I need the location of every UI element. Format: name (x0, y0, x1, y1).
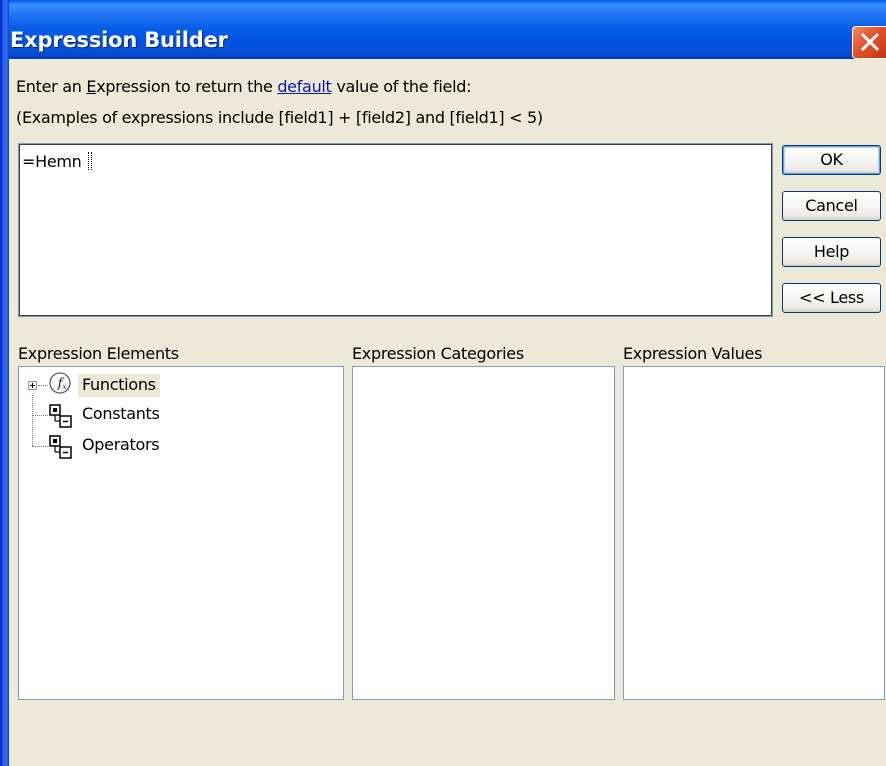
expression-access-key: E (86, 77, 97, 96)
help-button[interactable]: Help (782, 237, 881, 267)
tree-item-label: Constants (82, 404, 160, 423)
examples-text: (Examples of expressions include [field1… (16, 108, 543, 127)
expression-values-list[interactable] (623, 366, 885, 700)
tree-item-label: Functions (78, 374, 160, 397)
tree-item-label: Operators (82, 435, 160, 454)
window-title: Expression Builder (10, 28, 228, 52)
expression-input[interactable]: =Hemn (18, 143, 773, 317)
tree-item-constants[interactable]: Constants (19, 401, 339, 429)
function-icon: f x (49, 372, 71, 394)
instruction-text: Enter an Expression to return the defaul… (16, 77, 471, 96)
element-group-icon (49, 404, 72, 428)
expression-categories-label: Expression Categories (352, 344, 524, 363)
expression-elements-label: Expression Elements (18, 344, 179, 363)
close-button[interactable] (852, 26, 886, 59)
expression-categories-list[interactable] (352, 366, 615, 700)
default-link[interactable]: default (277, 77, 332, 96)
expression-value: =Hemn (22, 152, 93, 171)
instruction-text-end: value of the field: (331, 77, 472, 96)
expression-builder-dialog: Expression Builder Enter an Expression t… (0, 0, 886, 766)
text-cursor (88, 152, 93, 170)
element-group-icon (49, 435, 72, 459)
cancel-button[interactable]: Cancel (782, 191, 881, 221)
close-icon (861, 33, 879, 51)
tree-item-functions[interactable]: f x Functions (19, 371, 339, 399)
expression-elements-tree[interactable]: f x Functions Constants Operators (18, 366, 344, 700)
expression-values-label: Expression Values (623, 344, 763, 363)
less-button[interactable]: << Less (782, 283, 881, 313)
svg-text:x: x (63, 383, 67, 391)
instruction-text-start: Enter an (16, 77, 87, 96)
instruction-text-middle: xpression to return the (96, 77, 278, 96)
title-bar[interactable]: Expression Builder (0, 0, 886, 59)
expand-plus-icon[interactable] (28, 381, 37, 390)
expression-text: =Hemn (22, 152, 87, 171)
window-left-border (0, 0, 9, 766)
ok-button[interactable]: OK (782, 145, 881, 175)
dialog-client-area: Enter an Expression to return the defaul… (9, 59, 886, 766)
tree-item-operators[interactable]: Operators (19, 432, 339, 460)
